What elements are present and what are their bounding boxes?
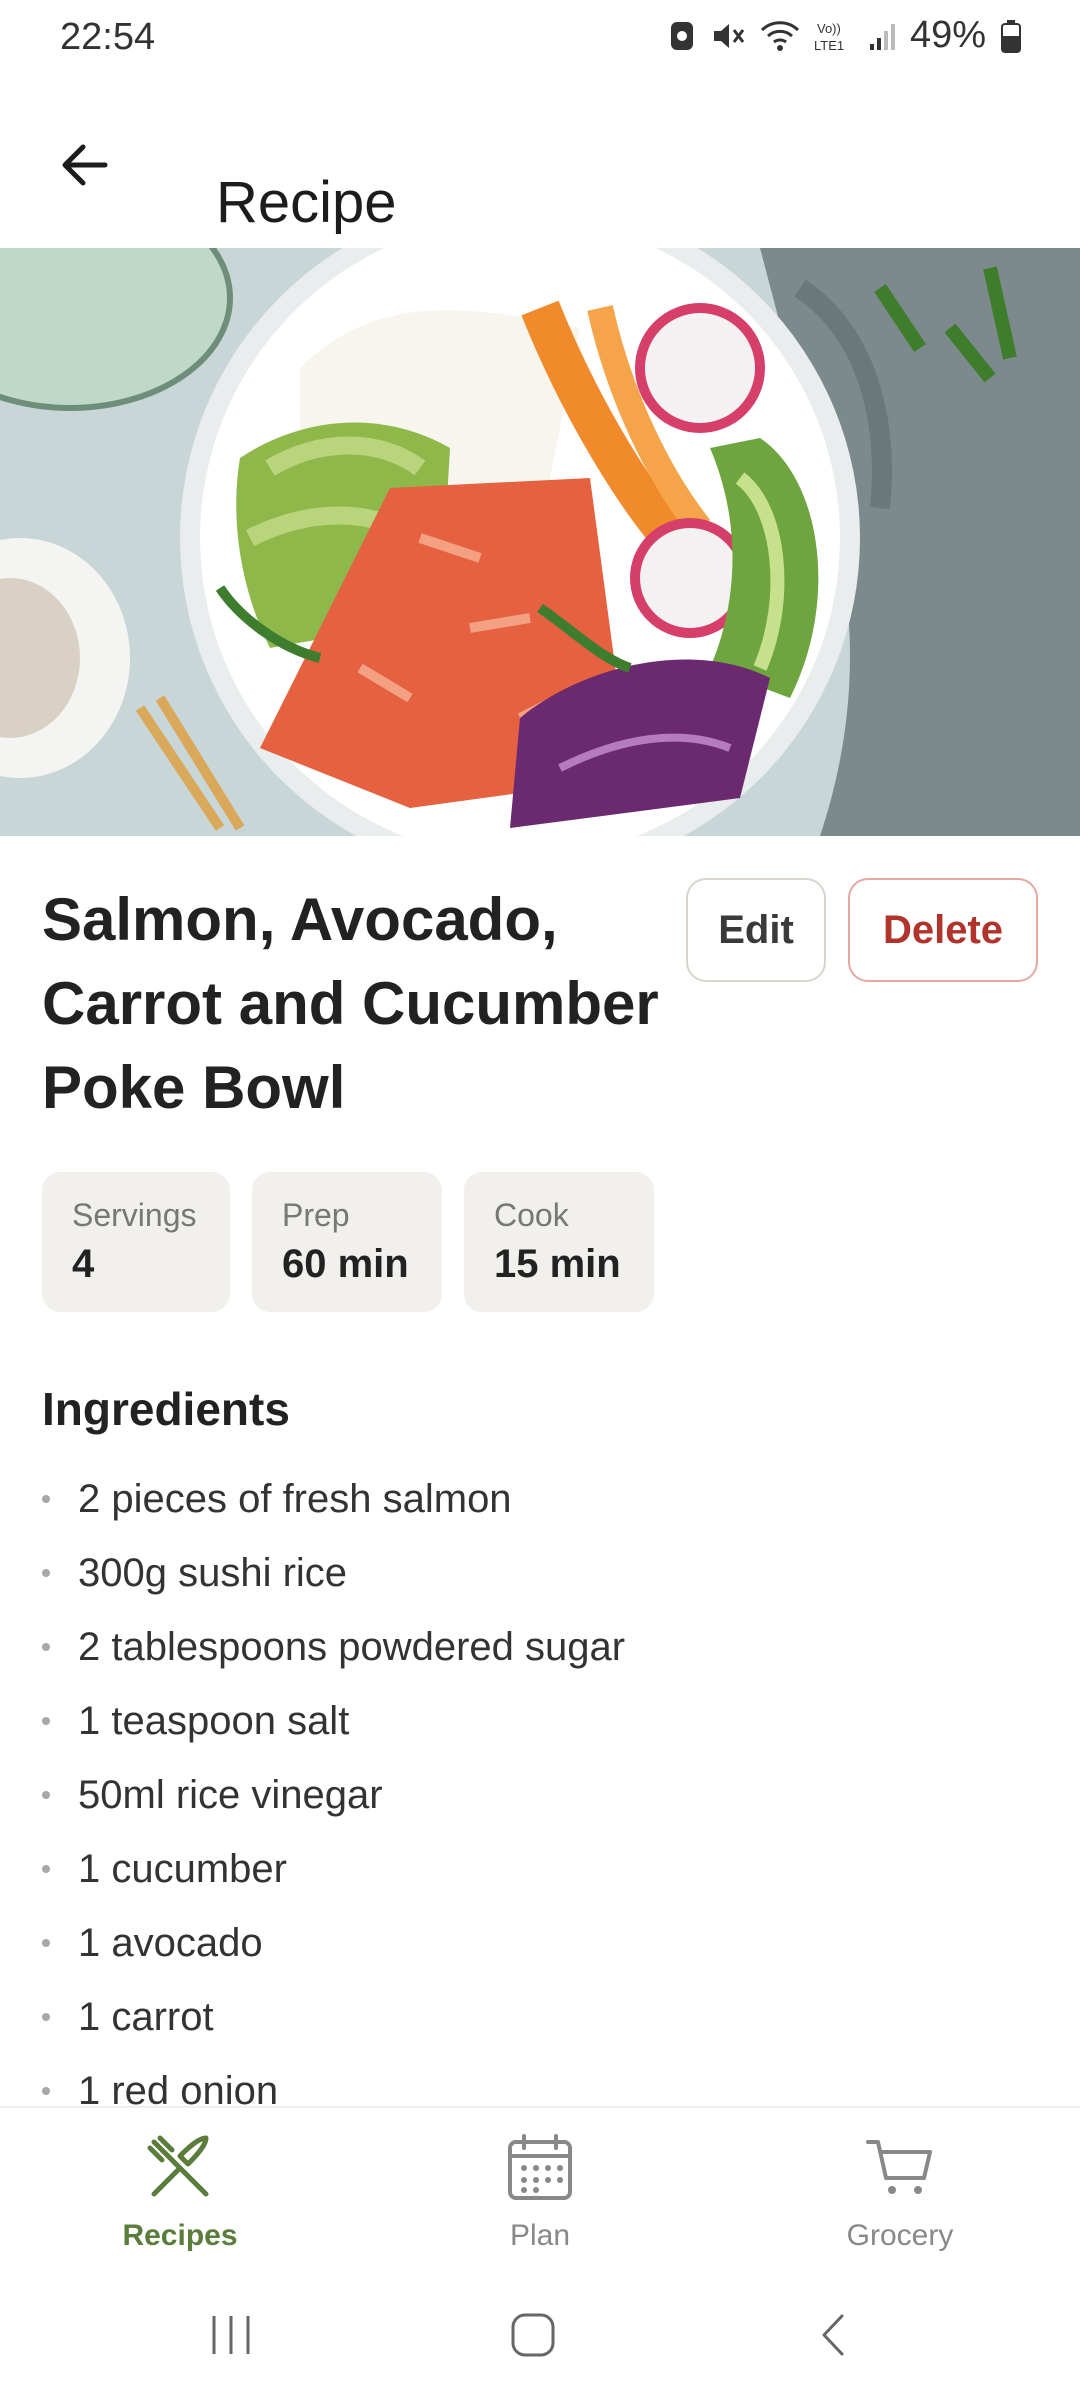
- recipe-hero-image: [0, 248, 1080, 836]
- stat-label: Prep: [282, 1197, 350, 1233]
- ingredient-text: 1 cucumber: [78, 1846, 287, 1891]
- bullet-icon: [42, 1865, 50, 1873]
- home-button[interactable]: [488, 2302, 578, 2372]
- ingredient-text: 2 tablespoons powdered sugar: [78, 1624, 626, 1669]
- bottom-navigation: Recipes Plan Grocery: [0, 2106, 1080, 2274]
- nav-label: Grocery: [846, 2219, 954, 2252]
- bullet-icon: [42, 1717, 50, 1725]
- ingredient-item: 1 carrot: [42, 1980, 1042, 2054]
- recipe-stats: Servings 4 Prep 60 min Cook 15 min: [42, 1172, 654, 1312]
- app-bar: Recipe: [0, 80, 1080, 248]
- ingredient-text: 300g sushi rice: [78, 1550, 348, 1595]
- ingredients-list: 2 pieces of fresh salmon 300g sushi rice…: [42, 1462, 1042, 2128]
- page-title: Recipe: [216, 169, 397, 235]
- battery-percent: 49%: [909, 14, 986, 56]
- ingredient-item: 50ml rice vinegar: [42, 1758, 1042, 1832]
- bullet-icon: [42, 1495, 50, 1503]
- bullet-icon: [42, 1791, 50, 1799]
- ingredient-item: 300g sushi rice: [42, 1536, 1042, 1610]
- back-arrow-icon: [57, 137, 113, 198]
- ingredient-item: 2 tablespoons powdered sugar: [42, 1610, 1042, 1684]
- system-navigation-bar: [0, 2272, 1080, 2400]
- stat-value: 15 min: [494, 1242, 621, 1286]
- stat-value: 4: [72, 1242, 95, 1286]
- ingredient-item: 1 avocado: [42, 1906, 1042, 1980]
- ingredient-item: 1 cucumber: [42, 1832, 1042, 1906]
- ingredient-text: 1 teaspoon salt: [78, 1698, 350, 1743]
- svg-text:LTE1: LTE1: [814, 38, 844, 53]
- stat-label: Servings: [72, 1197, 197, 1233]
- stat-value: 60 min: [282, 1242, 409, 1286]
- cart-icon: [860, 2128, 940, 2213]
- status-bar: 22:54 Vo)) LTE1 49%: [0, 0, 1080, 80]
- ingredient-item: 1 teaspoon salt: [42, 1684, 1042, 1758]
- ingredients-heading: Ingredients: [42, 1383, 290, 1435]
- edit-button[interactable]: Edit: [686, 878, 826, 982]
- delete-button[interactable]: Delete: [848, 878, 1038, 982]
- bullet-icon: [42, 2087, 50, 2095]
- recipe-title: Salmon, Avocado, Carrot and Cucumber Pok…: [42, 886, 659, 1121]
- nav-label: Recipes: [122, 2219, 238, 2252]
- network-label: Vo)) LTE1: [814, 16, 854, 56]
- bullet-icon: [42, 1643, 50, 1651]
- bullet-icon: [42, 1569, 50, 1577]
- ingredient-text: 50ml rice vinegar: [78, 1772, 383, 1817]
- stat-label: Cook: [494, 1197, 569, 1233]
- chevron-left-icon: [810, 2310, 860, 2365]
- screen-record-icon: [668, 16, 696, 56]
- signal-icon: [868, 16, 896, 56]
- ingredient-text: 2 pieces of fresh salmon: [78, 1476, 512, 1521]
- nav-label: Plan: [509, 2219, 571, 2252]
- bullet-icon: [42, 2013, 50, 2021]
- calendar-icon: [500, 2128, 580, 2213]
- status-icons: Vo)) LTE1 49%: [668, 14, 1022, 57]
- fork-knife-icon: [140, 2128, 220, 2213]
- stat-servings: Servings 4: [42, 1172, 230, 1312]
- wifi-icon: [760, 16, 800, 56]
- ingredient-text: 1 carrot: [78, 1994, 214, 2039]
- status-time: 22:54: [60, 16, 156, 58]
- stat-prep: Prep 60 min: [252, 1172, 442, 1312]
- bullet-icon: [42, 1939, 50, 1947]
- mute-icon: [710, 16, 746, 56]
- nav-recipes[interactable]: Recipes: [70, 2128, 290, 2253]
- ingredient-text: 1 avocado: [78, 1920, 263, 1965]
- recent-apps-button[interactable]: [186, 2302, 276, 2372]
- nav-plan[interactable]: Plan: [430, 2128, 650, 2253]
- stat-cook: Cook 15 min: [464, 1172, 654, 1312]
- nav-grocery[interactable]: Grocery: [790, 2128, 1010, 2253]
- ingredient-item: 2 pieces of fresh salmon: [42, 1462, 1042, 1536]
- recent-apps-icon: [206, 2310, 256, 2365]
- home-icon: [508, 2310, 558, 2365]
- battery-icon: [1000, 16, 1022, 56]
- svg-text:Vo)): Vo)): [817, 21, 841, 36]
- system-back-button[interactable]: [790, 2302, 880, 2372]
- back-button[interactable]: [40, 122, 130, 212]
